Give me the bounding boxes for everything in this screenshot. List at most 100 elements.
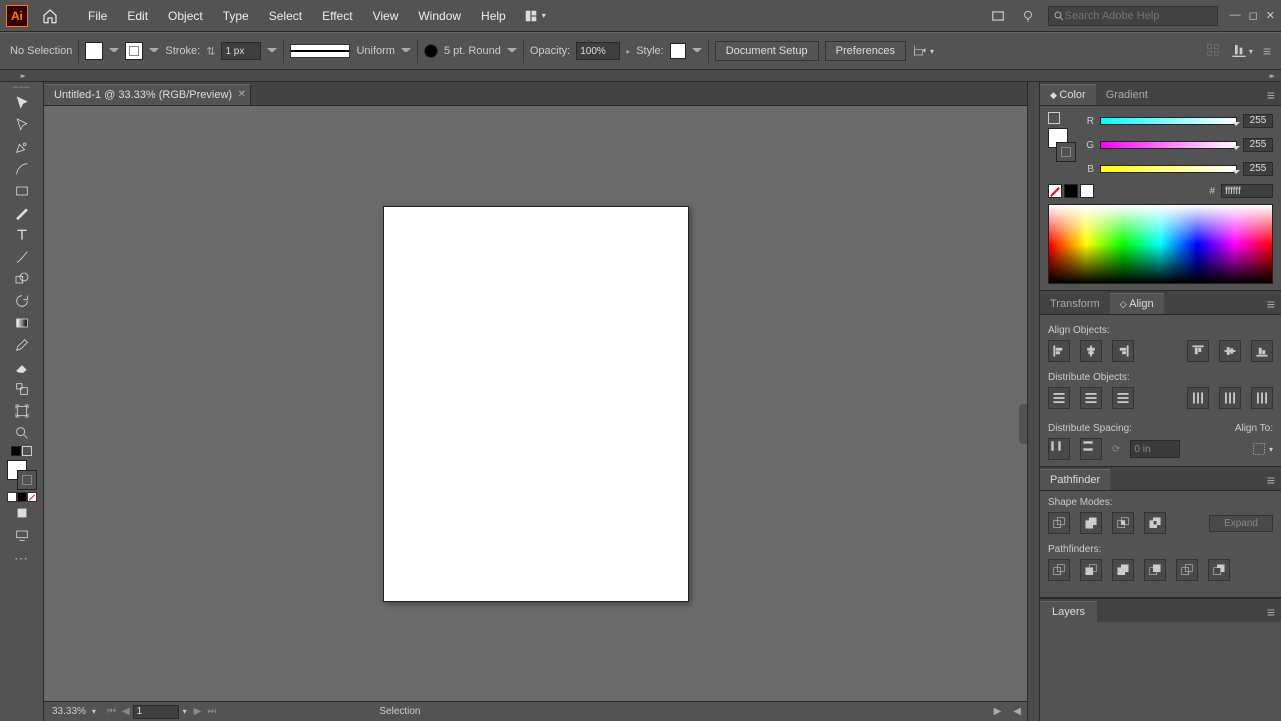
pf-merge-button[interactable] [1112,559,1134,581]
swap-fill-stroke-icon[interactable] [22,446,32,456]
dist-spacing-h-button[interactable] [1080,438,1102,460]
transform-panel-icon[interactable] [1205,42,1221,61]
help-search[interactable] [1048,6,1218,26]
panel-fill-stroke[interactable] [1048,128,1076,162]
rectangle-tool[interactable] [8,180,36,202]
style-dropdown[interactable] [692,48,702,58]
pathfinder-panel-menu[interactable]: ≡ [1261,470,1281,490]
pf-unite-button[interactable] [1048,512,1070,534]
hscroll-left[interactable]: ◀ [1007,706,1027,717]
direct-selection-tool[interactable] [8,114,36,136]
layers-panel-menu[interactable]: ≡ [1261,602,1281,622]
stroke-weight-input[interactable] [221,42,261,60]
none-mode-icon[interactable] [27,492,37,502]
menu-type[interactable]: Type [213,5,259,27]
color-panel-menu[interactable]: ≡ [1261,85,1281,105]
canvas-viewport[interactable] [44,106,1027,701]
next-artboard-button[interactable]: ▶ [191,706,205,717]
pf-crop-button[interactable] [1144,559,1166,581]
zoom-tool[interactable] [8,422,36,444]
help-bulb-icon[interactable] [1018,6,1038,26]
pen-tool[interactable] [8,136,36,158]
fill-stroke-indicator[interactable] [7,460,37,490]
align-vcenter-button[interactable] [1219,340,1241,362]
b-slider[interactable] [1100,165,1237,173]
line-tool[interactable] [8,246,36,268]
brush-preview[interactable] [424,44,438,58]
menu-edit[interactable]: Edit [117,5,158,27]
zoom-dropdown[interactable]: ▾ [92,707,96,716]
artboard-dropdown[interactable]: ▾ [179,707,191,716]
stroke-profile-preview[interactable] [290,44,350,58]
gradient-tool[interactable] [8,312,36,334]
hscroll-right[interactable]: ▶ [988,706,1008,717]
fill-dropdown[interactable] [109,48,119,58]
preferences-button[interactable]: Preferences [825,41,906,61]
artboard-tool[interactable] [8,400,36,422]
menu-file[interactable]: File [78,5,117,27]
arrange-documents-icon[interactable] [988,6,1008,26]
align-to-selector[interactable]: ▾ [1251,441,1273,457]
r-value[interactable]: 255 [1243,114,1273,128]
color-black-swatch[interactable] [1064,184,1078,198]
prev-artboard-button[interactable]: ◀ [119,706,133,717]
pf-minus-front-button[interactable] [1080,512,1102,534]
curvature-tool[interactable] [8,158,36,180]
last-artboard-button[interactable]: ⏭ [204,706,219,717]
pf-outline-button[interactable] [1176,559,1198,581]
toolbox-collapse-toggle[interactable] [0,70,44,81]
home-icon[interactable] [38,4,62,28]
workspace-switcher[interactable]: ▾ [516,9,554,23]
spacing-link-icon[interactable]: ⟳ [1112,444,1120,455]
dist-vcenter-button[interactable] [1080,387,1102,409]
zoom-level[interactable]: 33.33% [52,706,86,717]
document-tab[interactable]: Untitled-1 @ 33.33% (RGB/Preview) ✕ [44,84,251,105]
swap-fill-stroke-mini[interactable] [1048,112,1060,124]
window-maximize[interactable]: ◻ [1249,9,1258,22]
g-slider[interactable] [1100,141,1237,149]
help-search-input[interactable] [1065,10,1213,22]
menu-view[interactable]: View [363,5,409,27]
paintbrush-tool[interactable] [8,202,36,224]
artboard[interactable] [383,206,689,602]
opacity-dropdown[interactable]: ▸ [626,47,630,56]
menu-help[interactable]: Help [471,5,516,27]
align-hcenter-button[interactable] [1080,340,1102,362]
color-none-swatch[interactable] [1048,184,1062,198]
r-slider[interactable] [1100,117,1237,125]
dist-bottom-button[interactable] [1112,387,1134,409]
panel-stroke-swatch[interactable] [1056,142,1076,162]
align-right-button[interactable] [1112,340,1134,362]
default-fill-stroke-icon[interactable] [11,446,21,456]
panel-menu-icon[interactable]: ≡ [1263,43,1271,59]
dist-right-button[interactable] [1251,387,1273,409]
shape-builder-tool[interactable] [8,268,36,290]
dist-hcenter-button[interactable] [1219,387,1241,409]
menu-window[interactable]: Window [408,5,471,27]
hex-input[interactable] [1221,184,1273,198]
b-value[interactable]: 255 [1243,162,1273,176]
pf-intersect-button[interactable] [1112,512,1134,534]
gradient-mode-icon[interactable] [17,492,27,502]
scale-tool[interactable] [8,378,36,400]
style-swatch[interactable] [670,43,686,59]
tab-color[interactable]: ◆ Color [1040,84,1096,105]
rotate-tool[interactable] [8,290,36,312]
stroke-weight-dropdown[interactable] [267,48,277,58]
selection-tool[interactable] [8,92,36,114]
pf-trim-button[interactable] [1080,559,1102,581]
stroke-swatch[interactable] [125,42,143,60]
color-mode-icon[interactable] [7,492,17,502]
document-setup-button[interactable]: Document Setup [715,41,819,61]
toolbox-grip[interactable]: ┅┅┅ [0,82,43,92]
pf-divide-button[interactable] [1048,559,1070,581]
tab-transform[interactable]: Transform [1040,294,1110,314]
align-to-control[interactable]: ▾ [912,43,934,59]
g-value[interactable]: 255 [1243,138,1273,152]
menu-effect[interactable]: Effect [312,5,362,27]
screen-mode[interactable] [8,524,36,546]
eraser-tool[interactable] [8,356,36,378]
tab-gradient[interactable]: Gradient [1096,85,1158,105]
color-spectrum[interactable] [1048,204,1273,284]
dist-spacing-v-button[interactable] [1048,438,1070,460]
